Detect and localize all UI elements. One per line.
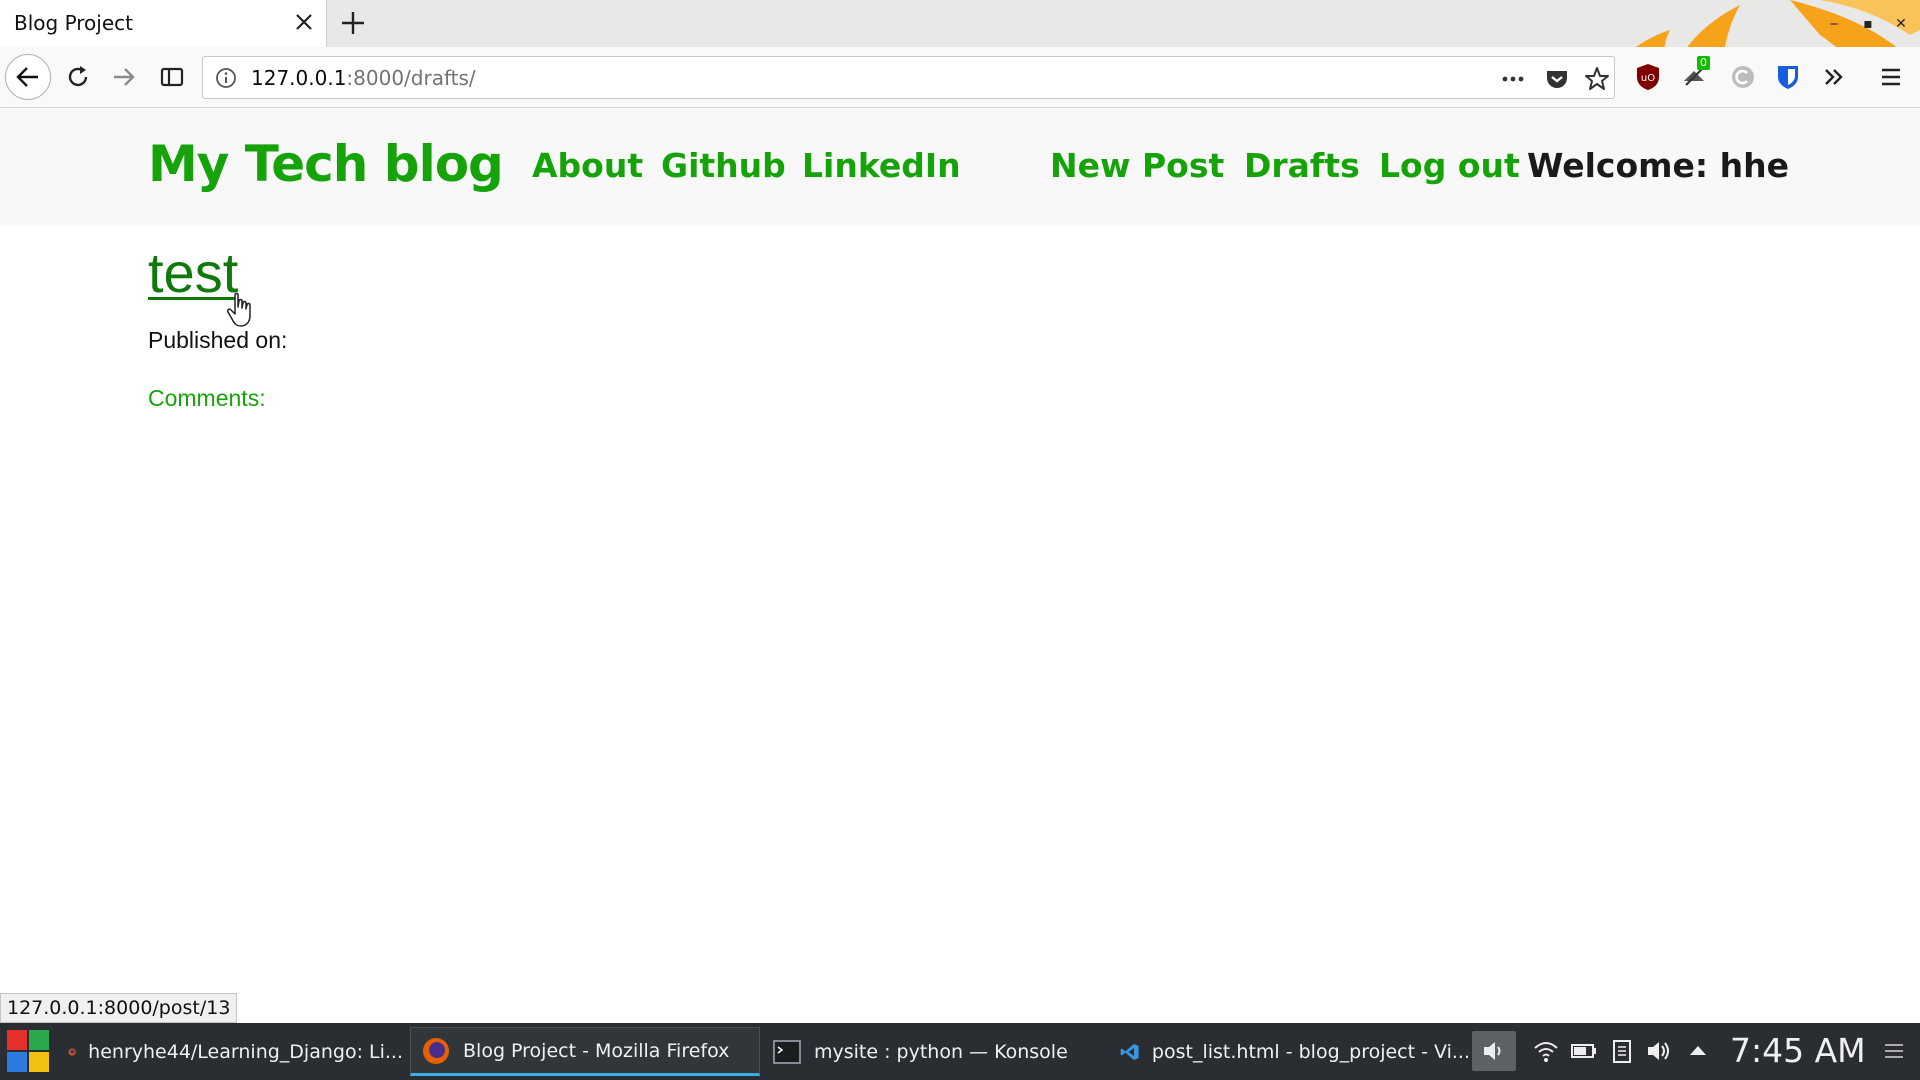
nav-logout-link[interactable]: Log out — [1379, 146, 1520, 185]
close-icon[interactable] — [292, 10, 316, 34]
close-window-button[interactable]: ✕ — [1889, 12, 1913, 36]
speaker-icon — [1484, 1042, 1501, 1060]
task-konsole[interactable]: mysite : python — Konsole — [762, 1027, 1102, 1076]
volume-widget[interactable] — [1472, 1031, 1516, 1071]
pocket-icon[interactable] — [1544, 66, 1570, 92]
overflow-chevron-icon[interactable] — [1818, 61, 1850, 93]
task-firefox-github[interactable]: henryhe44/Learning_Django: Li... — [58, 1027, 403, 1076]
clipboard-icon[interactable] — [1608, 1037, 1636, 1065]
published-label: Published on: — [148, 327, 288, 353]
task-label: Blog Project - Mozilla Firefox — [463, 1039, 730, 1062]
bookmark-star-icon[interactable] — [1584, 66, 1610, 92]
extension-count-badge: 0 — [1697, 56, 1710, 70]
start-menu-icon[interactable] — [6, 1029, 50, 1073]
grey-extension-icon[interactable] — [1727, 61, 1759, 93]
nav-drafts-link[interactable]: Drafts — [1244, 146, 1360, 185]
vscode-icon — [1120, 1043, 1139, 1060]
task-label: henryhe44/Learning_Django: Li... — [88, 1040, 403, 1063]
browser-tab[interactable]: Blog Project — [0, 0, 327, 47]
tray-expand-icon[interactable] — [1684, 1037, 1712, 1065]
terminal-icon — [773, 1039, 801, 1064]
reload-button[interactable] — [56, 55, 100, 99]
task-label: mysite : python — Konsole — [814, 1040, 1068, 1063]
nav-about-link[interactable]: About — [532, 146, 643, 185]
address-bar[interactable]: 127.0.0.1:8000/drafts/ — [202, 56, 1615, 99]
site-header: My Tech blog About Github LinkedIn New P… — [0, 108, 1920, 225]
sidebar-button[interactable] — [150, 55, 194, 99]
wifi-icon[interactable] — [1532, 1037, 1560, 1065]
audio-icon[interactable] — [1645, 1037, 1673, 1065]
link-status-url: 127.0.0.1:8000/post/13 — [0, 993, 238, 1023]
maximize-button[interactable]: ▪ — [1856, 12, 1880, 36]
nav-linkedin-link[interactable]: LinkedIn — [802, 146, 961, 185]
svg-text:uO: uO — [1641, 73, 1655, 84]
taskbar: henryhe44/Learning_Django: Li... Blog Pr… — [0, 1023, 1920, 1080]
battery-icon[interactable] — [1570, 1037, 1598, 1065]
site-brand-link[interactable]: My Tech blog — [148, 135, 504, 193]
nav-github-link[interactable]: Github — [661, 146, 786, 185]
task-label: post_list.html - blog_project - Vi... — [1151, 1040, 1470, 1063]
firefox-icon — [68, 1047, 76, 1056]
forward-arrow-icon — [114, 68, 135, 86]
back-button[interactable] — [5, 54, 51, 100]
page-actions-icon[interactable] — [1500, 66, 1526, 92]
info-icon[interactable] — [215, 67, 237, 89]
welcome-text: Welcome: hhe — [1527, 146, 1789, 185]
comments-link[interactable]: Comments: — [148, 385, 266, 412]
new-tab-icon[interactable] — [338, 8, 368, 38]
task-vscode[interactable]: post_list.html - blog_project - Vi... — [1110, 1027, 1470, 1076]
firefox-icon — [423, 1037, 449, 1064]
minimize-button[interactable]: ‒ — [1822, 12, 1846, 36]
ublock-origin-icon[interactable]: uO — [1632, 61, 1664, 93]
hamburger-menu-icon[interactable] — [1875, 61, 1907, 93]
panel-menu-icon[interactable] — [1880, 1037, 1908, 1065]
tab-title: Blog Project — [14, 11, 133, 35]
forward-button[interactable] — [102, 55, 146, 99]
reload-icon — [68, 66, 88, 87]
url-path: :8000/drafts/ — [346, 66, 476, 90]
nav-new-post-link[interactable]: New Post — [1050, 146, 1224, 185]
task-firefox-blog[interactable]: Blog Project - Mozilla Firefox — [410, 1027, 760, 1076]
post-title-link[interactable]: test — [148, 240, 238, 305]
bitwarden-icon[interactable] — [1772, 61, 1804, 93]
back-arrow-icon — [16, 67, 38, 87]
browser-tab-strip: Blog Project ‒ ▪ ✕ — [0, 0, 1920, 108]
browser-navbar: 127.0.0.1:8000/drafts/ uO 0 — [0, 47, 1920, 108]
url-text[interactable]: 127.0.0.1:8000/drafts/ — [251, 66, 476, 90]
hand-cursor-icon — [227, 292, 251, 327]
url-host: 127.0.0.1 — [251, 66, 347, 90]
sidebar-icon — [160, 67, 184, 87]
clock[interactable]: 7:45 AM — [1730, 1031, 1866, 1070]
